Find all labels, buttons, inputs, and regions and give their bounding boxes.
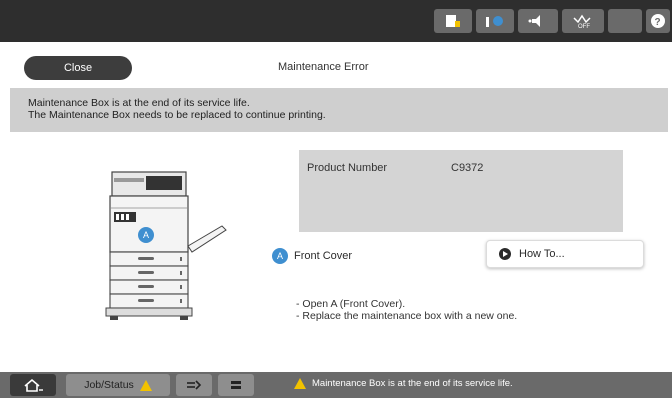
top-status-bar: OFF ? [0,0,672,42]
instruction-step: - Open A (Front Cover). [296,298,406,310]
how-to-label: How To... [519,248,565,260]
paper-setting-icon[interactable] [434,9,472,33]
close-button[interactable]: Close [24,56,132,80]
product-number-label: Product Number [307,162,388,174]
instruction-step: - Replace the maintenance box with a new… [296,310,518,322]
menu-button[interactable] [218,374,254,396]
svg-text:?: ? [655,17,661,28]
job-status-button[interactable]: Job/Status [66,374,170,396]
error-message: Maintenance Box is at the end of its ser… [10,88,668,132]
maintenance-error-panel: Close Maintenance Error Maintenance Box … [10,44,668,372]
home-button[interactable] [10,374,56,396]
help-icon[interactable]: ? [646,9,670,33]
sleep-icon[interactable] [608,9,642,33]
page-title: Maintenance Error [278,61,369,73]
warning-icon [294,378,306,389]
legend-label: Front Cover [294,250,353,262]
printer-illustration [105,171,227,320]
warning-icon [139,379,152,391]
product-number-value: C9372 [451,162,484,174]
instruction-steps: - Open A (Front Cover). - Replace the ma… [296,298,517,322]
job-status-label: Job/Status [84,379,134,391]
wifi-off-icon[interactable]: OFF [562,9,604,33]
status-message-text: Maintenance Box is at the end of its ser… [312,378,513,389]
job-list-button[interactable] [176,374,212,396]
job-list-icon [187,380,202,390]
sound-icon[interactable] [518,9,558,33]
legend-badge-a: A [272,248,288,264]
home-icon [24,378,43,392]
status-message[interactable]: Maintenance Box is at the end of its ser… [294,378,513,389]
how-to-button[interactable]: How To... [486,240,644,268]
svg-text:OFF: OFF [578,24,590,30]
play-icon [499,248,511,260]
product-info-box: Product Number C9372 [299,150,623,232]
bottom-bar: Job/Status Maintenance Box is at the end… [0,372,672,398]
front-cover-marker: A [138,227,154,243]
menu-icon [231,381,241,389]
error-message-line1: Maintenance Box is at the end of its ser… [28,97,250,109]
error-message-line2: The Maintenance Box needs to be replaced… [28,109,326,121]
front-cover-legend: A Front Cover [272,248,352,264]
ink-status-icon[interactable] [476,9,514,33]
